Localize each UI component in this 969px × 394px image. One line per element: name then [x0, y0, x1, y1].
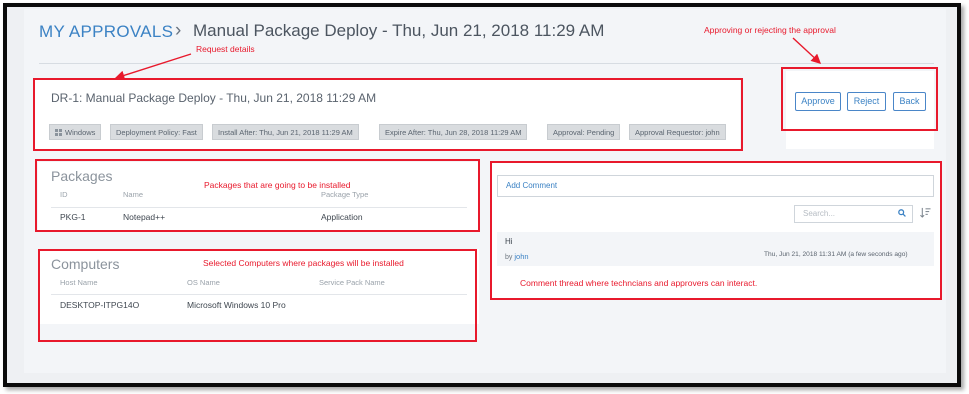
annotation-request-details: Request details [196, 44, 255, 54]
header-divider [39, 63, 934, 64]
annotation-approving: Approving or rejecting the approval [704, 25, 836, 35]
page-title: Manual Package Deploy - Thu, Jun 21, 201… [193, 21, 605, 40]
annotation-comments: Comment thread where techncians and appr… [520, 278, 758, 288]
breadcrumb-root-link[interactable]: MY APPROVALS [39, 22, 173, 42]
annotation-box-packages [35, 159, 480, 232]
annotation-packages: Packages that are going to be installed [204, 180, 351, 190]
annotation-computers: Selected Computers where packages will b… [203, 258, 404, 268]
annotation-box-request [33, 78, 743, 151]
annotation-box-actions [781, 67, 938, 131]
breadcrumb-separator-icon: › [175, 20, 182, 41]
